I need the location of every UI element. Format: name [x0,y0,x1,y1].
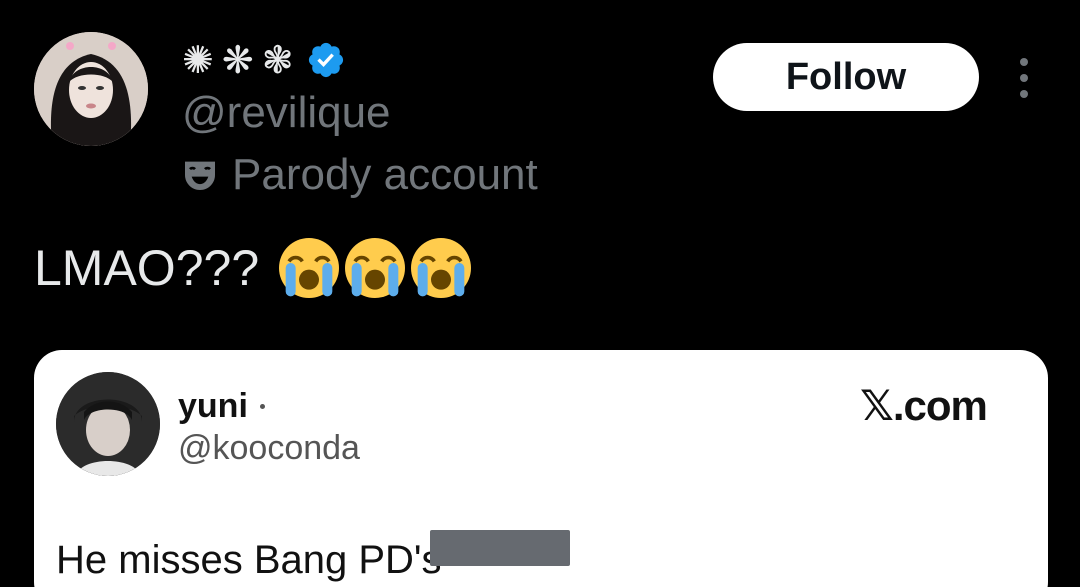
quoted-tweet-card[interactable]: yuni @kooconda 𝕏.com He misses Bang PD's [34,350,1048,587]
verified-badge-icon [308,42,343,78]
display-name-glyph: ❃ [261,38,294,82]
quoted-avatar [56,372,160,476]
loudly-crying-face-icon [345,238,406,298]
display-name-glyph: ❋ [221,38,254,82]
quoted-handle: @kooconda [178,429,360,467]
loudly-crying-face-icon [279,238,340,298]
redaction-bar [430,530,570,566]
more-vertical-icon[interactable] [1004,56,1044,100]
author-display-name[interactable]: ✺ ❋ ❃ [182,38,346,82]
display-name-glyph: ✺ [182,38,214,82]
author-handle[interactable]: @revilique [182,88,391,138]
x-logo: 𝕏.com [860,382,988,429]
dot [1020,90,1028,98]
separator-dot [260,404,265,409]
tweet-text-body: LMAO??? [34,240,260,296]
quoted-display-name: yuni [178,387,248,425]
parody-label: Parody account [180,150,538,200]
theater-mask-icon [185,161,215,190]
loudly-crying-face-icon [411,238,472,298]
follow-button[interactable]: Follow [713,43,979,111]
quoted-text: He misses Bang PD's [56,538,442,582]
author-avatar[interactable] [34,32,148,146]
dot [1020,74,1028,82]
parody-label-text: Parody account [232,150,538,199]
dot [1020,58,1028,66]
tweet-text: LMAO??? [34,238,472,298]
